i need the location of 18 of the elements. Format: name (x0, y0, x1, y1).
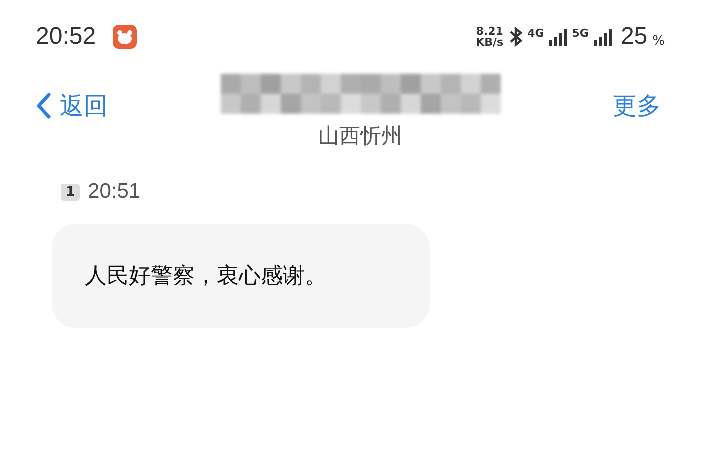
message-time: 20:51 (88, 180, 141, 204)
net-speed-unit: KB/s (476, 37, 504, 48)
net-speed: 8.21 (476, 26, 504, 37)
network-label: 5G (572, 26, 589, 40)
chevron-left-icon (36, 92, 52, 120)
signal-icon (594, 28, 612, 46)
message-bubble: 人民好警察，衷心感谢。 (52, 224, 430, 328)
bear-app-icon (113, 25, 138, 49)
signal-icon (549, 28, 568, 46)
back-button[interactable]: 返回 (36, 90, 108, 122)
bluetooth-icon (508, 27, 523, 47)
battery-unit: % (652, 34, 665, 48)
more-button[interactable]: 更多 (613, 90, 661, 122)
sim-badge: 1 (61, 184, 80, 200)
battery-level: 25 (620, 23, 648, 51)
status-time: 20:52 (36, 23, 96, 51)
contact-location: 山西忻州 (318, 123, 402, 150)
network-label: 4G (528, 26, 544, 40)
